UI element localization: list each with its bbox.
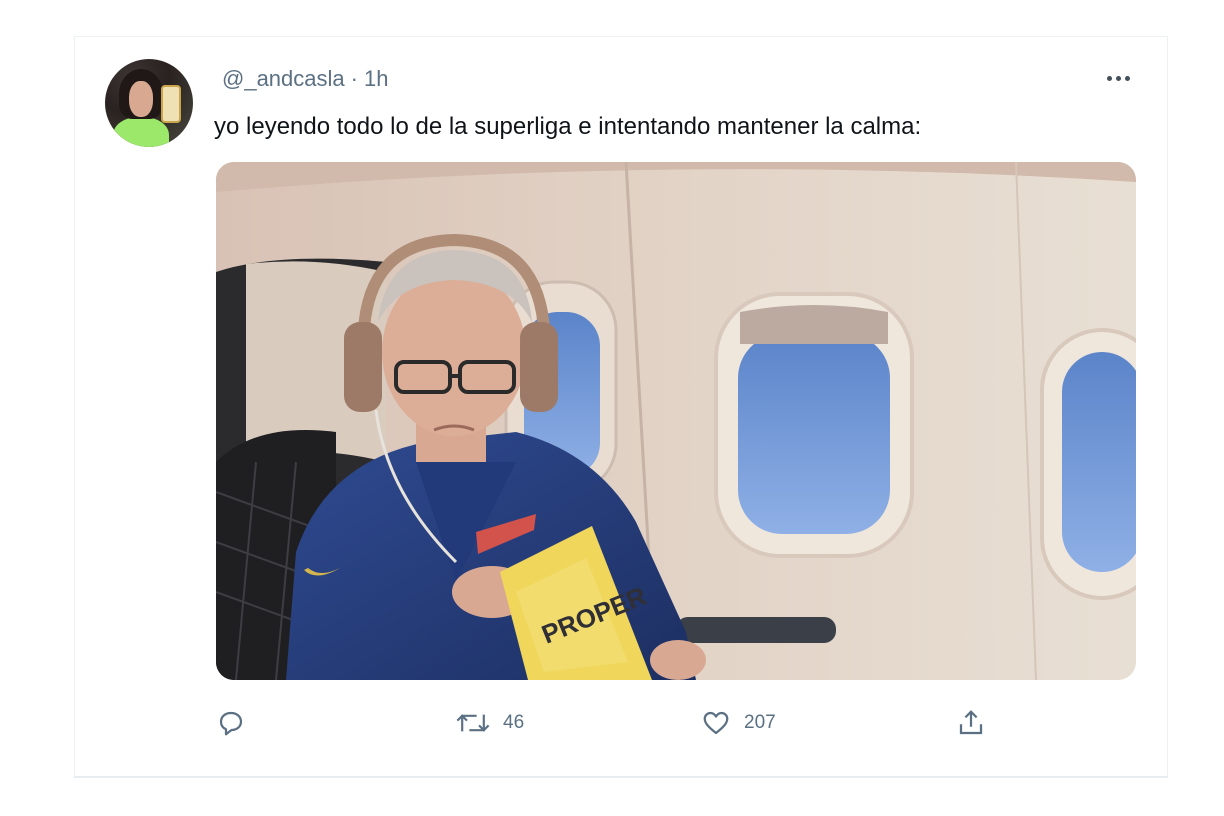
tweet-media-image[interactable]: PROPER (216, 162, 1136, 680)
user-handle[interactable]: @_andcasla (222, 66, 345, 92)
more-options-icon[interactable] (1100, 70, 1136, 86)
tweet-header: @_andcasla · 1h (222, 66, 388, 92)
tweet-text: yo leyendo todo lo de la superliga e int… (214, 113, 922, 140)
separator: · (350, 66, 358, 91)
retweet-icon (456, 714, 490, 732)
retweet-count: 46 (503, 712, 525, 733)
airplane-photo: PROPER (216, 162, 1136, 680)
like-count: 207 (744, 712, 776, 733)
share-icon (959, 710, 983, 735)
retweet-button[interactable]: 46 (455, 706, 524, 740)
reply-button[interactable] (216, 706, 246, 740)
avatar[interactable] (105, 59, 193, 147)
timestamp[interactable]: 1h (364, 66, 388, 92)
share-button[interactable] (955, 706, 987, 740)
like-button[interactable]: 207 (700, 706, 776, 740)
reply-icon (219, 711, 243, 736)
heart-icon (703, 711, 729, 735)
